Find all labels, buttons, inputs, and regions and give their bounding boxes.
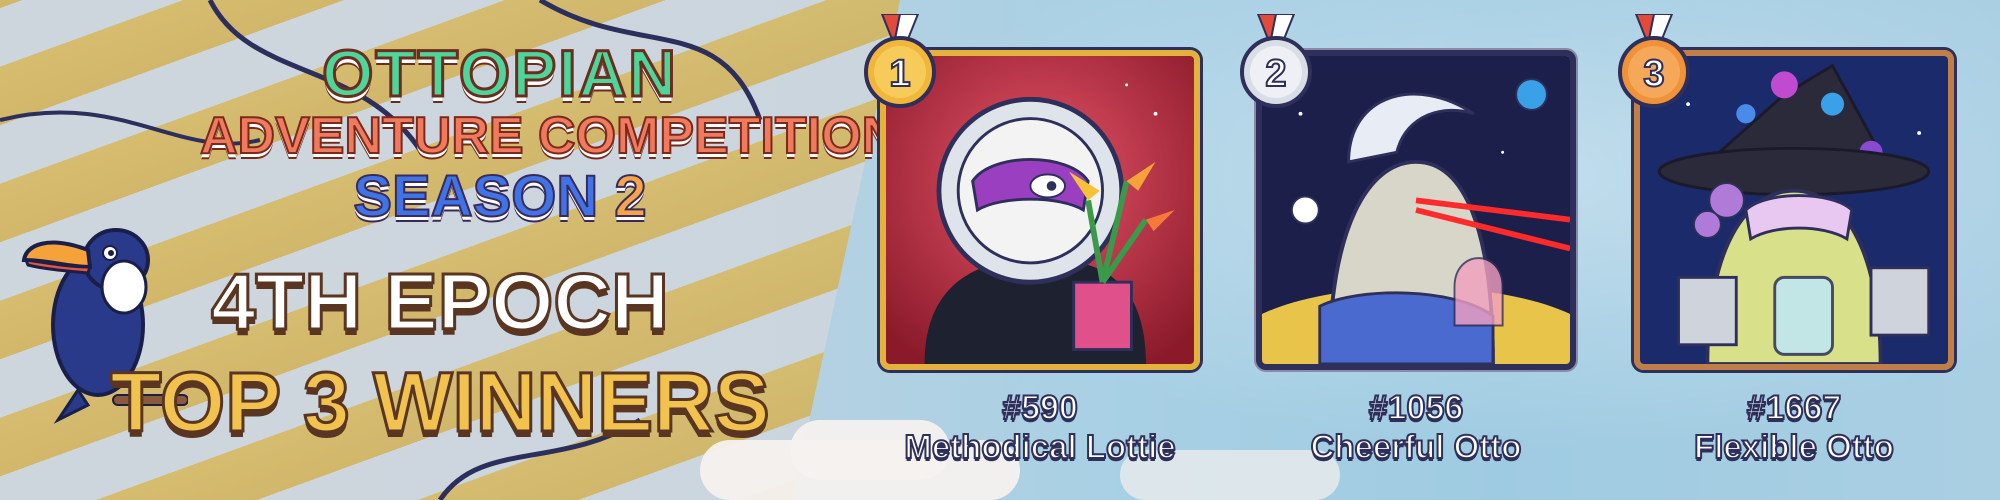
title-ottopian: OTTOPIAN (321, 36, 678, 110)
gold-medal-icon: 1 (864, 14, 936, 108)
competition-title: OTTOPIAN ADVENTURE COMPETITION SEASON 2 (199, 36, 900, 227)
winner-caption: #590 Methodical Lottie (860, 388, 1220, 467)
season-word: SEASON (352, 164, 599, 229)
winner-caption: #1667 Flexible Otto (1614, 388, 1974, 467)
winner-caption: #1056 Cheerful Otto (1236, 388, 1596, 467)
title-season: SEASON 2 (200, 167, 800, 227)
medal-rank: 1 (889, 53, 910, 95)
title-adventure-competition: ADVENTURE COMPETITION (199, 107, 900, 165)
silver-medal-icon: 2 (1240, 14, 1312, 108)
winner-name: Methodical Lottie (903, 427, 1176, 466)
winner-id: #1667 (1746, 388, 1843, 428)
winner-name: Cheerful Otto (1310, 427, 1523, 466)
season-number: 2 (613, 164, 647, 229)
banner: OTTOPIAN ADVENTURE COMPETITION SEASON 2 … (0, 0, 2000, 500)
winners-heading: TOP 3 WINNERS (109, 355, 772, 449)
epoch-heading: 4TH EPOCH (210, 257, 671, 346)
bronze-medal-icon: 3 (1618, 14, 1690, 108)
medal-rank: 3 (1643, 53, 1664, 95)
winner-name: Flexible Otto (1693, 427, 1895, 466)
winner-id: #1056 (1368, 388, 1465, 428)
winner-id: #590 (1001, 388, 1079, 428)
medal-rank: 2 (1265, 53, 1286, 95)
